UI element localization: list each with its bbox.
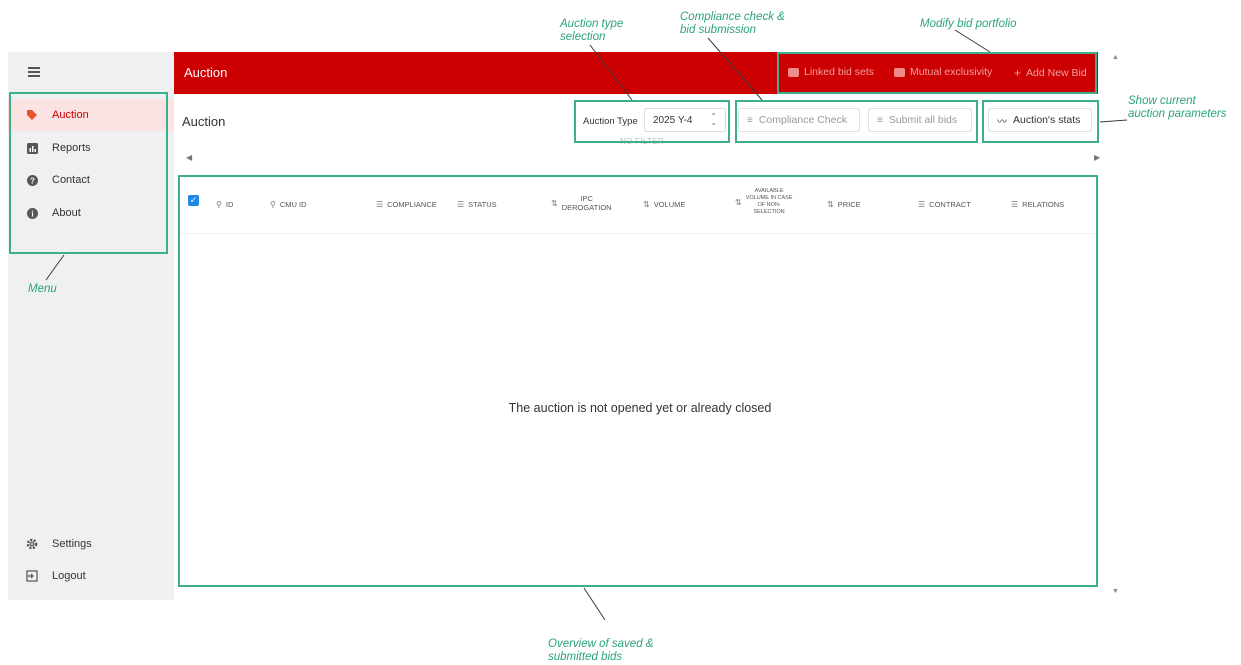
annotation-text: Menu	[28, 283, 57, 295]
annotation-text: Modify bid portfolio	[920, 18, 1017, 30]
annotation-text: Overview of saved &	[548, 638, 654, 650]
annotation-compliance: Compliance check & bid submission	[680, 11, 785, 37]
annotation-text: Auction type	[560, 18, 624, 30]
annotation-text: selection	[560, 31, 606, 43]
annotation-leader-lines	[45, 29, 1128, 621]
annotation-text: Compliance check &	[680, 11, 785, 23]
annotation-overview: Overview of saved & submitted bids	[548, 638, 653, 664]
annotation-menu: Menu	[28, 283, 57, 296]
annotation-text: Show current	[1128, 95, 1196, 107]
annotation-modify: Modify bid portfolio	[920, 18, 1017, 31]
annotation-auction-type: Auction type selection	[560, 18, 623, 44]
annotation-text: submitted bids	[548, 651, 623, 663]
annotation-text: auction parameters	[1128, 108, 1227, 120]
annotation-stats: Show current auction parameters	[1128, 95, 1226, 121]
annotation-text: bid submission	[680, 24, 757, 36]
